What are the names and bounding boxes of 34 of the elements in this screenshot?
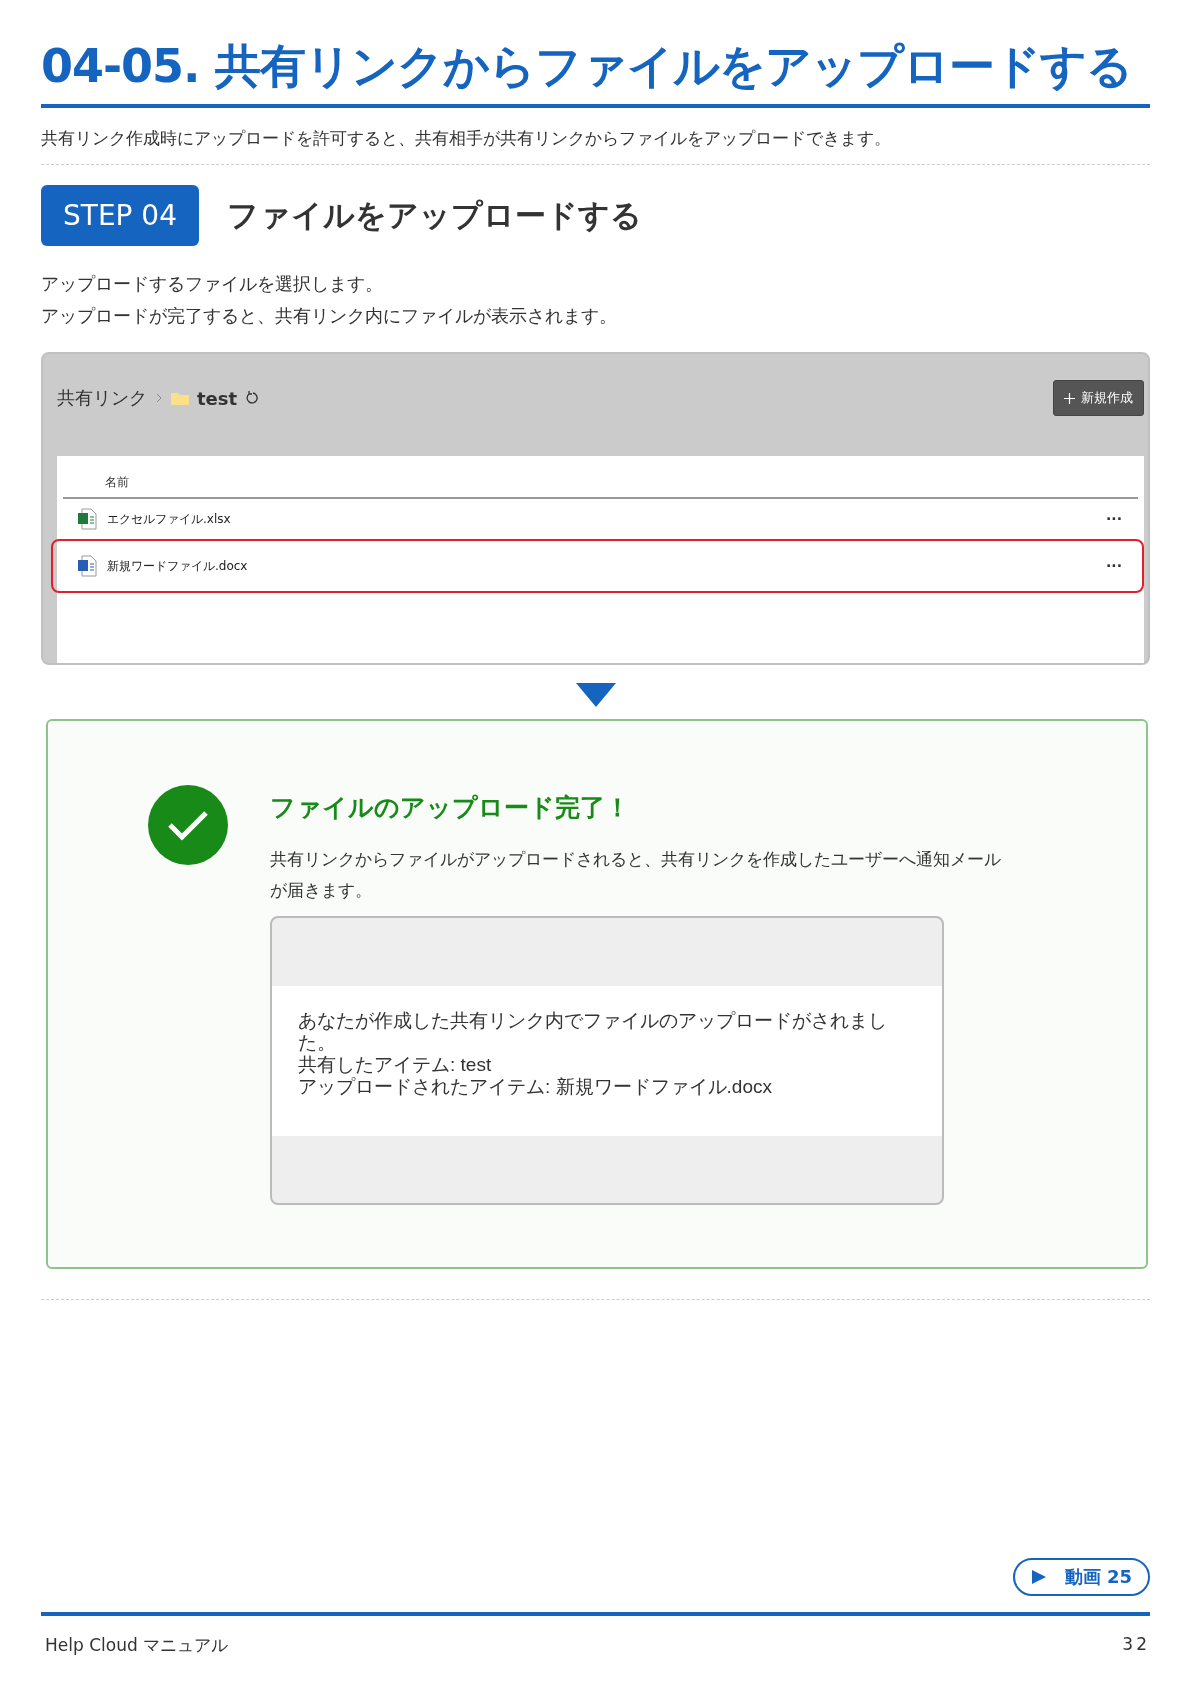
- result-text: 共有リンクからファイルがアップロードされると、共有リンクを作成したユーザーへ通知メールが届きます。: [270, 848, 1002, 902]
- check-icon: [148, 785, 228, 865]
- video-label: 動画 25: [1064, 1565, 1132, 1589]
- footer-title: Help Cloud マニュアル: [45, 1634, 229, 1657]
- step-heading: ファイルをアップロードする: [227, 195, 642, 235]
- breadcrumb-current: test: [197, 387, 238, 409]
- intro-text: 共有リンク作成時にアップロードを許可すると、共有相手が共有リンクからファイルをアップロードできます。: [41, 128, 1150, 165]
- refresh-icon[interactable]: [245, 391, 260, 405]
- document-file-icon: [77, 555, 97, 577]
- email-text: アップロードされたアイテム: 新規ワードファイル.docx: [298, 1075, 773, 1098]
- new-button[interactable]: 新規作成: [1053, 380, 1144, 416]
- down-arrow-icon: [575, 683, 616, 707]
- folder-icon: [171, 391, 189, 405]
- file-name: エクセルファイル.xlsx: [107, 510, 232, 528]
- spreadsheet-file-icon: [77, 508, 97, 530]
- highlighted-file-row[interactable]: 新規ワードファイル.docx ···: [51, 539, 1144, 593]
- chevron-icon: [155, 393, 163, 403]
- step-text: アップロードするファイルを選択します。: [41, 273, 384, 296]
- breadcrumb-link[interactable]: 共有リンク: [57, 386, 147, 410]
- column-header: 名前: [63, 456, 1138, 499]
- email-text: 共有したアイテム: test: [298, 1053, 493, 1076]
- page-title: 04-05. 共有リンクからファイルをアップロードする: [41, 36, 1150, 108]
- step-text: アップロードが完了すると、共有リンク内にファイルが表示されます。: [41, 305, 618, 328]
- file-row[interactable]: エクセルファイル.xlsx ···: [63, 499, 1138, 539]
- more-menu[interactable]: ···: [1106, 558, 1122, 574]
- play-icon: [1030, 1569, 1047, 1585]
- more-menu[interactable]: ···: [1106, 511, 1122, 527]
- file-name: 新規ワードファイル.docx: [107, 557, 249, 575]
- email-text: あなたが作成した共有リンク内でファイルのアップロードがされました。: [298, 1009, 888, 1054]
- page-number: 32: [1122, 1634, 1150, 1656]
- step-badge: STEP 04: [41, 185, 199, 246]
- video-button[interactable]: 動画 25: [1012, 1558, 1150, 1596]
- result-heading: ファイルのアップロード完了！: [270, 792, 631, 824]
- plus-icon: [1064, 392, 1075, 404]
